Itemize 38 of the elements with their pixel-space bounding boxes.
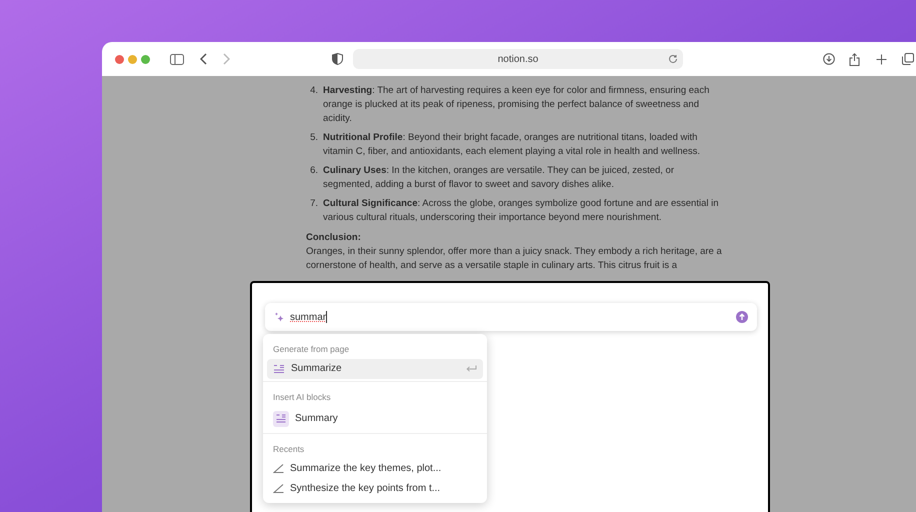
submit-arrow-icon[interactable] — [736, 311, 748, 323]
menu-section-title: Generate from page — [272, 343, 350, 356]
reload-icon[interactable] — [668, 54, 678, 64]
address-bar[interactable]: notion.so — [353, 49, 683, 69]
list-item-text: Cultural Significance: Across the globe, oranges symbolize good fortune and are essential in various cultural rituals, underscoring their importance beyond mere nourishment. — [323, 197, 720, 225]
pen-angle-icon — [273, 484, 284, 493]
menu-item-label: Summarize the key themes, plot... — [290, 462, 442, 476]
return-key-icon — [466, 364, 477, 373]
list-number: 6. — [309, 164, 319, 178]
tabs-icon[interactable] — [902, 53, 914, 65]
list-item-text: Nutritional Profile: Beyond their bright facade, oranges are nutritional titans, loaded with vitamin C, fiber, and antioxidants, each element playing a vital role in health and wellness. — [323, 131, 702, 159]
list-number: 4. — [309, 84, 319, 98]
url-text: notion.so — [498, 52, 538, 66]
section-heading: Conclusion: — [306, 231, 362, 245]
summary-block-icon — [273, 410, 289, 426]
ai-prompt-field[interactable]: summar — [265, 303, 757, 331]
sidebar-icon[interactable] — [170, 54, 184, 64]
plus-icon[interactable] — [876, 54, 887, 64]
menu-section-title: Recents — [272, 442, 306, 456]
list-item-text: Harvesting: The art of harvesting requires a keen eye for color and firmness, ensuring each orange is plucked at its peak of ripeness, promising the perfect balance of sweetness and acidity. — [323, 84, 710, 126]
pen-angle-icon — [273, 464, 284, 473]
summary-icon — [273, 364, 285, 374]
list-number: 7. — [309, 197, 319, 211]
menu-item[interactable]: Summarize — [267, 358, 483, 379]
share-icon[interactable] — [849, 52, 860, 66]
back-icon[interactable] — [200, 53, 208, 65]
menu-item-label: Synthesize the key points from t... — [290, 482, 440, 496]
download-icon[interactable] — [823, 53, 835, 65]
sparkle-icon — [274, 312, 285, 322]
list-number: 5. — [309, 131, 319, 145]
prompt-text: summar — [290, 310, 326, 324]
menu-item-label: Summary — [295, 412, 338, 426]
paragraph-text: Oranges, in their sunny splendor, offer more than a juicy snack. They embody a rich heritage, are a cornerstone of health, and serve as a versatile staple in culinary arts. This citrus fruit is a — [306, 245, 722, 273]
shield-icon[interactable] — [332, 53, 343, 65]
list-item-text: Culinary Uses: In the kitchen, oranges are versatile. They can be juiced, zested, or segmented, adding a burst of flavor to sweet and savory dishes alike. — [323, 164, 676, 192]
text-cursor — [326, 311, 328, 323]
menu-item-label: Summarize — [291, 362, 342, 376]
menu-section-title: Insert AI blocks — [272, 390, 332, 404]
